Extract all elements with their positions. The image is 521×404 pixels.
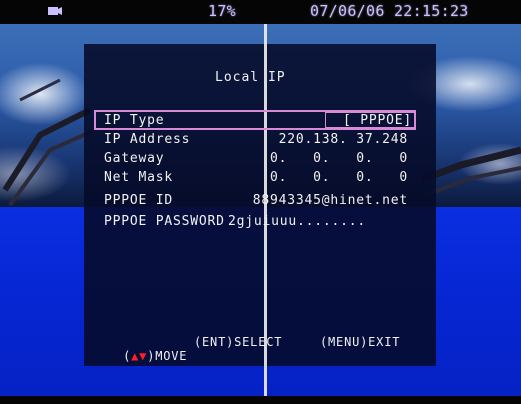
ip-type-label[interactable]: IP Type: [104, 113, 164, 128]
footer-exit-hint: (MENU)EXIT: [320, 335, 401, 349]
footer-select-hint: (ENT)SELECT: [194, 335, 283, 349]
open-paren: (: [123, 349, 132, 363]
pppoe-id-value[interactable]: 88943345@hinet.net: [244, 193, 408, 208]
gateway-value[interactable]: 0. 0. 0. 0: [270, 151, 408, 166]
move-label: )MOVE: [147, 349, 188, 363]
status-bar: 17% 07/06/06 22:15:23: [0, 0, 521, 24]
dvr-screen: 17% 07/06/06 22:15:23 Local IP IP Type […: [0, 0, 521, 404]
net-mask-value[interactable]: 0. 0. 0. 0: [270, 170, 408, 185]
ip-address-value[interactable]: 220.138. 37.248: [258, 132, 408, 147]
bottom-black-bar: [0, 396, 521, 404]
arrow-up-icon: ▲: [131, 349, 140, 363]
footer-move-hint: (▲▼)MOVE: [91, 335, 187, 377]
ip-address-label[interactable]: IP Address: [104, 132, 190, 147]
battery-percent: 17%: [208, 2, 236, 20]
ip-type-value[interactable]: [ PPPOE]: [296, 113, 412, 128]
menu-title: Local IP: [215, 70, 286, 85]
gateway-label[interactable]: Gateway: [104, 151, 164, 166]
camera-icon: [48, 7, 62, 15]
net-mask-label[interactable]: Net Mask: [104, 170, 173, 185]
arrow-down-icon: ▼: [139, 349, 148, 363]
pppoe-password-value[interactable]: 2gjuiuuu........: [228, 214, 408, 229]
pppoe-id-label[interactable]: PPPOE ID: [104, 193, 173, 208]
pppoe-password-label[interactable]: PPPOE PASSWORD: [104, 214, 225, 229]
datetime-display: 07/06/06 22:15:23: [310, 2, 469, 20]
